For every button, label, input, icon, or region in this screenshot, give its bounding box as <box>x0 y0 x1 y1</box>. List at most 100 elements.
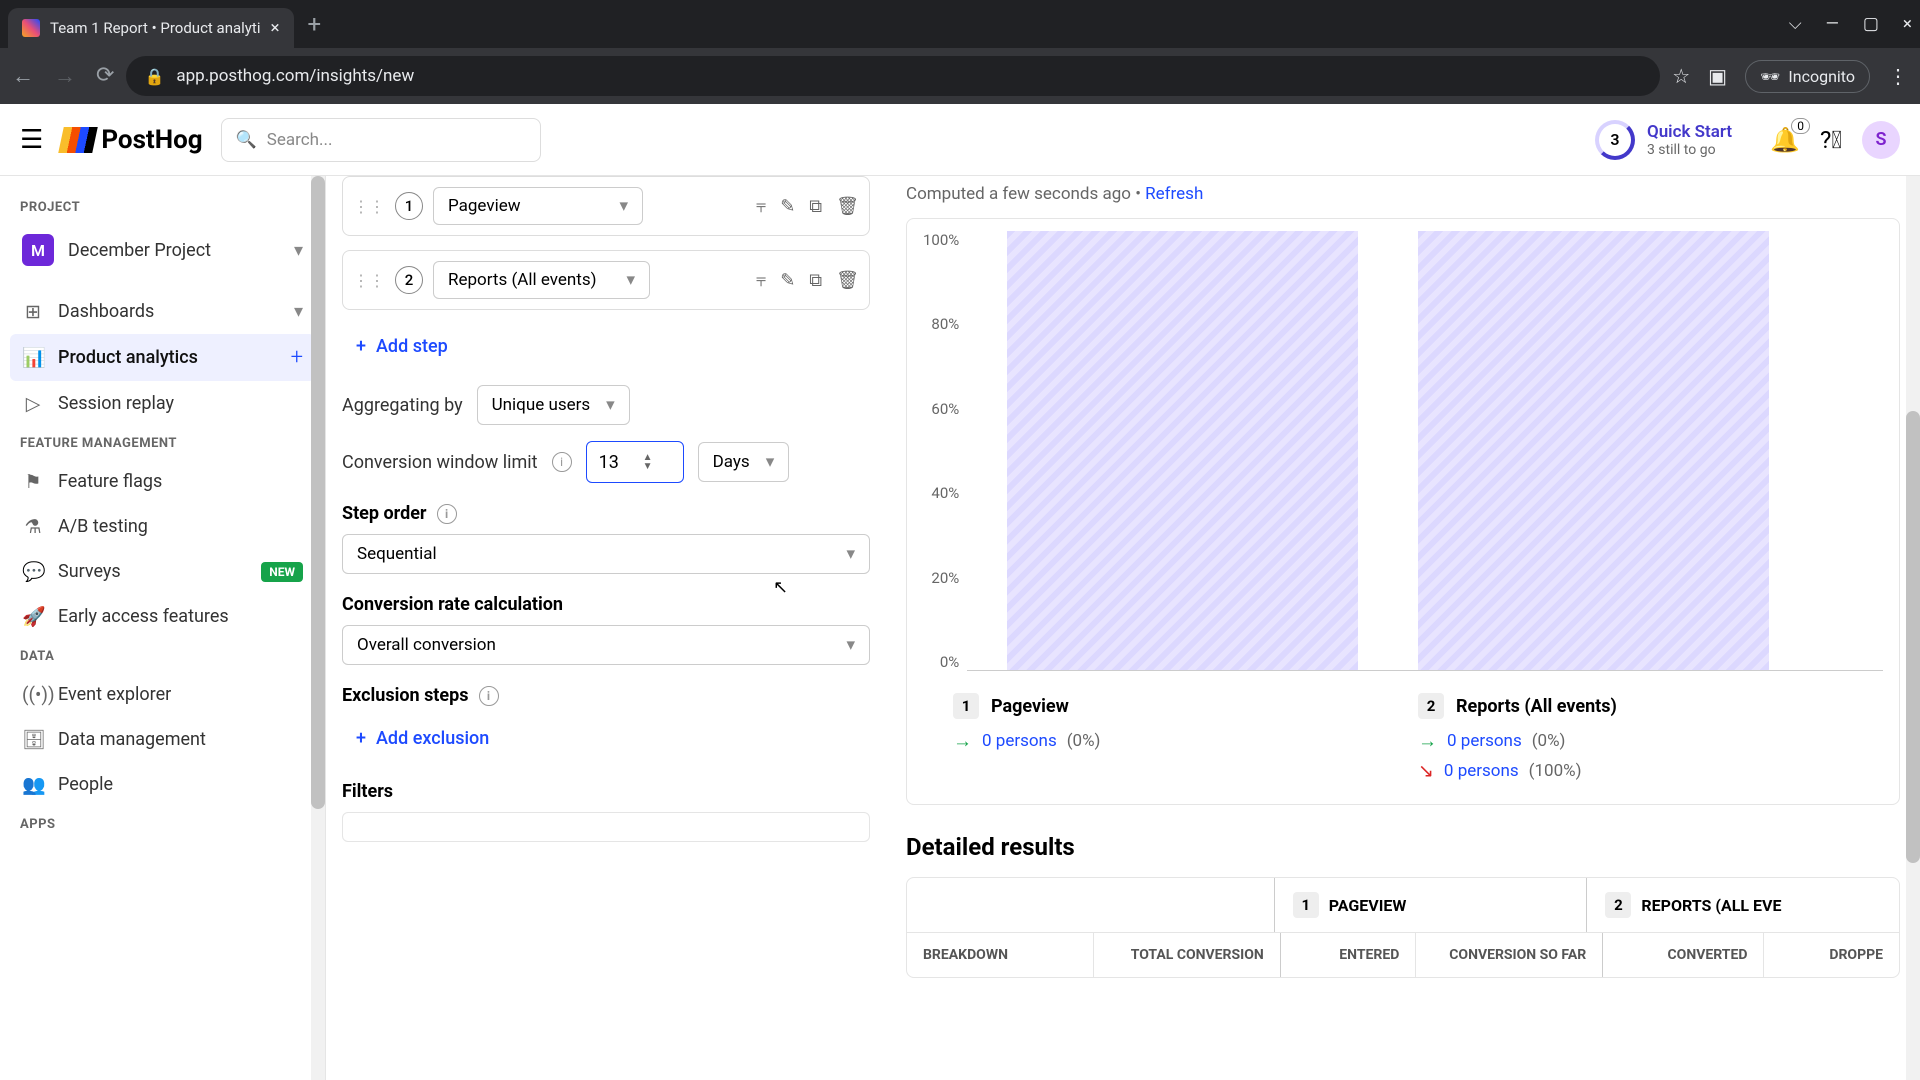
number-stepper[interactable]: ▲▼ <box>643 453 653 471</box>
sidebar-item-data-management[interactable]: 🗄 Data management <box>10 717 315 762</box>
sidebar-item-feature-flags[interactable]: ⚑ Feature flags <box>10 459 315 504</box>
info-icon[interactable]: i <box>552 452 572 472</box>
drag-handle-icon[interactable]: ⋮⋮ <box>353 271 385 290</box>
chevron-down-icon[interactable]: ⌵ <box>1789 14 1802 34</box>
edit-icon[interactable]: ✎ <box>780 270 795 291</box>
legend-row[interactable]: → 0 persons (0%) <box>953 729 1388 753</box>
replay-icon: ▷ <box>22 392 44 415</box>
notifications-icon[interactable]: 🔔0 <box>1770 126 1800 154</box>
results-table: 1 PAGEVIEW 2 REPORTS (ALL EVE BREAKDOWN … <box>906 877 1900 978</box>
flask-icon: ⚗ <box>22 515 44 538</box>
chevron-down-icon: ▾ <box>846 544 855 564</box>
exclusion-label: Exclusion steps <box>342 685 469 706</box>
search-input[interactable]: 🔍 Search... <box>221 118 541 162</box>
arrow-down-icon: ↘ <box>1418 759 1434 782</box>
sidebar-heading-data: DATA <box>10 639 315 672</box>
info-icon[interactable]: i <box>479 686 499 706</box>
sidebar-heading-apps: APPS <box>10 807 315 840</box>
chevron-down-icon: ▾ <box>294 240 303 261</box>
chart-bar-1[interactable] <box>1007 231 1358 670</box>
chart-plot[interactable] <box>967 231 1883 671</box>
cwl-label: Conversion window limit <box>342 452 538 473</box>
cwl-value[interactable] <box>599 452 639 473</box>
sidebar-item-event-explorer[interactable]: ((•)) Event explorer <box>10 672 315 717</box>
url-text: app.posthog.com/insights/new <box>176 66 414 86</box>
tab-close-icon[interactable]: × <box>270 18 279 38</box>
sidebar-scrollbar[interactable] <box>311 176 325 1080</box>
chart-bar-2[interactable] <box>1418 231 1769 670</box>
favicon <box>22 19 40 37</box>
filters-box[interactable] <box>342 812 870 842</box>
database-icon: 🗄 <box>22 728 44 751</box>
step-order-label: Step order <box>342 503 427 524</box>
minimize-icon[interactable]: — <box>1826 14 1839 34</box>
url-bar[interactable]: 🔒 app.posthog.com/insights/new <box>126 56 1660 96</box>
analytics-icon: 📊 <box>22 346 44 369</box>
cwl-unit-select[interactable]: Days ▾ <box>698 442 790 482</box>
quick-start-subtitle: 3 still to go <box>1647 142 1732 158</box>
step-event-select[interactable]: Pageview ▾ <box>433 187 643 225</box>
browser-menu-icon[interactable]: ⋮ <box>1888 64 1908 88</box>
back-icon[interactable]: ← <box>12 63 34 89</box>
sidebar-item-dashboards[interactable]: ⊞ Dashboards ▾ <box>10 289 315 334</box>
legend-row[interactable]: ↘ 0 persons (100%) <box>1418 759 1853 782</box>
main-scrollbar[interactable] <box>1906 176 1920 1080</box>
help-icon[interactable]: ?⃝ <box>1820 126 1842 154</box>
table-group-1: 1 PAGEVIEW <box>1275 878 1588 932</box>
filter-icon[interactable]: ⫧ <box>756 196 766 217</box>
step-order-select[interactable]: Sequential ▾ <box>342 534 870 574</box>
add-exclusion-button[interactable]: + Add exclusion <box>342 716 870 761</box>
computed-status: Computed a few seconds ago • Refresh <box>906 184 1900 204</box>
sidebar-item-surveys[interactable]: 💬 Surveys NEW <box>10 549 315 594</box>
chevron-down-icon: ▾ <box>846 635 855 655</box>
col-dropped: DROPPE <box>1764 933 1899 977</box>
quick-start[interactable]: 3 Quick Start 3 still to go <box>1595 120 1732 160</box>
sidebar-item-early-access[interactable]: 🚀 Early access features <box>10 594 315 639</box>
legend-row[interactable]: → 0 persons (0%) <box>1418 729 1853 753</box>
logo-mark <box>59 127 99 153</box>
sidebar-item-project[interactable]: M December Project ▾ <box>10 223 315 277</box>
avatar[interactable]: S <box>1862 121 1900 159</box>
maximize-icon[interactable]: ▢ <box>1863 14 1879 34</box>
sidebar-item-product-analytics[interactable]: 📊 Product analytics + <box>10 334 315 381</box>
legend-name: Pageview <box>991 696 1069 717</box>
incognito-badge[interactable]: 🕶 Incognito <box>1745 60 1870 93</box>
live-icon: ((•)) <box>22 683 44 706</box>
browser-tab[interactable]: Team 1 Report • Product analyti × <box>8 8 294 48</box>
reload-icon[interactable]: ⟳ <box>96 63 114 89</box>
sidebar-item-session-replay[interactable]: ▷ Session replay <box>10 381 315 426</box>
logo[interactable]: PostHog <box>61 125 202 155</box>
refresh-link[interactable]: Refresh <box>1145 184 1203 204</box>
sidebar-item-people[interactable]: 👥 People <box>10 762 315 807</box>
panel-icon[interactable]: ▣ <box>1708 64 1727 88</box>
filter-icon[interactable]: ⫧ <box>756 270 766 291</box>
step-event-select[interactable]: Reports (All events) ▾ <box>433 261 650 299</box>
chevron-down-icon: ▾ <box>294 301 303 322</box>
menu-icon[interactable]: ☰ <box>20 125 43 155</box>
window-controls: ⌵ — ▢ × <box>1789 14 1912 34</box>
cwl-input[interactable]: ▲▼ <box>586 441 684 483</box>
copy-icon[interactable]: ⧉ <box>809 196 822 217</box>
people-icon: 👥 <box>22 773 44 796</box>
add-step-button[interactable]: + Add step <box>342 324 870 369</box>
plus-icon[interactable]: + <box>291 345 303 370</box>
info-icon[interactable]: i <box>437 504 457 524</box>
delete-icon[interactable]: 🗑 <box>836 196 859 217</box>
drag-handle-icon[interactable]: ⋮⋮ <box>353 197 385 216</box>
dashboards-icon: ⊞ <box>22 300 44 323</box>
search-icon: 🔍 <box>236 130 257 150</box>
crc-select[interactable]: Overall conversion ▾ <box>342 625 870 665</box>
chevron-down-icon: ▾ <box>619 196 628 216</box>
forward-icon[interactable]: → <box>54 63 76 89</box>
close-window-icon[interactable]: × <box>1903 14 1912 34</box>
delete-icon[interactable]: 🗑 <box>836 270 859 291</box>
edit-icon[interactable]: ✎ <box>780 196 795 217</box>
sidebar-item-ab-testing[interactable]: ⚗ A/B testing <box>10 504 315 549</box>
crc-label: Conversion rate calculation <box>342 594 870 615</box>
aggregating-select[interactable]: Unique users ▾ <box>477 385 630 425</box>
legend-name: Reports (All events) <box>1456 696 1617 717</box>
new-tab-button[interactable]: + <box>308 10 322 38</box>
step-number: 1 <box>395 192 423 220</box>
star-icon[interactable]: ☆ <box>1672 64 1690 88</box>
copy-icon[interactable]: ⧉ <box>809 270 822 291</box>
